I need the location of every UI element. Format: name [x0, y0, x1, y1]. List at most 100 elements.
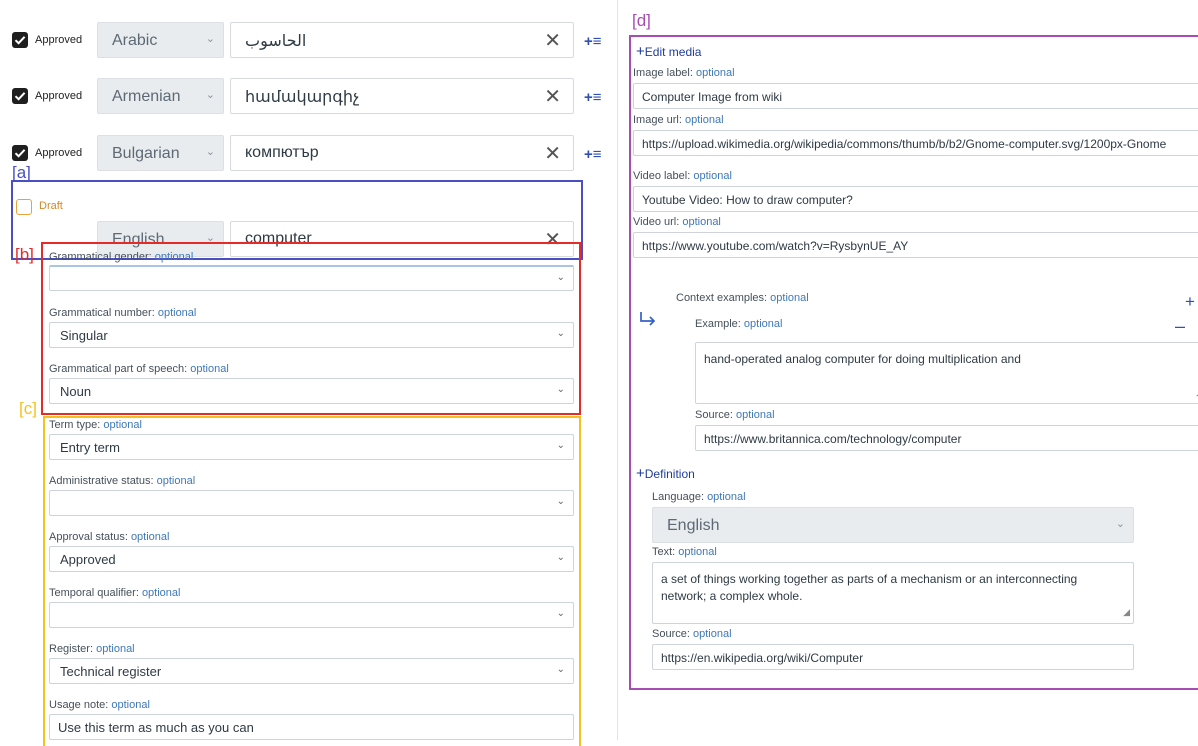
- usage-note-label: Usage note: optional: [49, 699, 150, 711]
- return-arrow-icon: [638, 311, 658, 332]
- chevron-down-icon: ⌄: [556, 440, 565, 451]
- gender-label: Grammatical gender: optional: [49, 251, 194, 263]
- approval-status-value: Approved: [60, 552, 116, 567]
- definition-source-value: https://en.wikipedia.org/wiki/Computer: [661, 651, 864, 665]
- definition-source-input[interactable]: https://en.wikipedia.org/wiki/Computer: [652, 644, 1134, 670]
- close-icon[interactable]: ✕: [544, 84, 561, 109]
- example-source-label: Source: optional: [695, 409, 775, 421]
- number-value: Singular: [60, 328, 108, 343]
- column-divider: [617, 0, 618, 740]
- term-type-value: Entry term: [60, 440, 120, 455]
- video-label-value: Youtube Video: How to draw computer?: [642, 193, 853, 207]
- image-label-input[interactable]: Computer Image from wiki: [633, 83, 1198, 109]
- video-url-value: https://www.youtube.com/watch?v=RysbynUE…: [642, 239, 909, 253]
- chevron-down-icon: ⌄: [556, 552, 565, 563]
- language-select[interactable]: Armenian ⌄: [97, 78, 224, 114]
- chevron-down-icon: ⌄: [205, 33, 215, 45]
- plus-list-icon[interactable]: +≡: [584, 89, 602, 106]
- chevron-down-icon: ⌄: [556, 328, 565, 339]
- register-select[interactable]: Technical register ⌄: [49, 658, 574, 684]
- pos-label: Grammatical part of speech: optional: [49, 363, 229, 375]
- annotation-b: [b]: [15, 245, 34, 264]
- annotation-c: [c]: [19, 399, 37, 418]
- admin-status-select[interactable]: ⌄: [49, 490, 574, 516]
- pos-value: Noun: [60, 384, 92, 399]
- example-label: Example: optional: [695, 318, 783, 330]
- annotation-a: [a]: [12, 163, 31, 182]
- language-value: Arabic: [112, 32, 158, 49]
- chevron-down-icon: ⌄: [205, 146, 215, 158]
- language-select[interactable]: Bulgarian ⌄: [97, 135, 224, 171]
- usage-note-value: Use this term as much as you can: [58, 720, 254, 735]
- example-value: hand-operated analog computer for doing …: [704, 352, 1021, 366]
- temporal-qualifier-label: Temporal qualifier: optional: [49, 587, 181, 599]
- chevron-down-icon: ⌄: [1115, 518, 1125, 530]
- register-value: Technical register: [60, 664, 162, 679]
- video-label-input[interactable]: Youtube Video: How to draw computer?: [633, 186, 1198, 212]
- chevron-down-icon: ⌄: [205, 89, 215, 101]
- definition-language-select[interactable]: English ⌄: [652, 507, 1134, 543]
- video-url-label: Video url: optional: [633, 216, 721, 228]
- plus-list-icon[interactable]: +≡: [584, 33, 602, 50]
- term-type-label: Term type: optional: [49, 419, 142, 431]
- number-select[interactable]: Singular ⌄: [49, 322, 574, 348]
- add-context-icon[interactable]: +: [1185, 292, 1195, 312]
- language-value: Bulgarian: [112, 145, 180, 162]
- definition-language-label: Language: optional: [652, 491, 746, 503]
- term-value: компютър: [245, 144, 319, 161]
- definition-source-label: Source: optional: [652, 628, 732, 640]
- chevron-down-icon: ⌄: [556, 272, 565, 283]
- approval-status-label: Approval status: optional: [49, 531, 170, 543]
- term-input[interactable]: համակարգիչ ✕: [230, 78, 574, 114]
- video-label-label: Video label: optional: [633, 170, 732, 182]
- image-url-label: Image url: optional: [633, 114, 724, 126]
- status-label: Approved: [35, 34, 83, 46]
- close-icon[interactable]: ✕: [544, 141, 561, 166]
- image-url-value: https://upload.wikimedia.org/wikipedia/c…: [642, 137, 1167, 151]
- status-label: Approved: [35, 90, 83, 102]
- definition-link[interactable]: +Definition: [636, 465, 695, 482]
- plus-list-icon[interactable]: +≡: [584, 146, 602, 163]
- term-input[interactable]: компютър ✕: [230, 135, 574, 171]
- checkbox-checked-icon[interactable]: [12, 32, 28, 48]
- checkbox-unchecked-icon[interactable]: [16, 199, 32, 215]
- definition-language-value: English: [667, 517, 720, 534]
- chevron-down-icon: ⌄: [556, 496, 565, 507]
- definition-textarea[interactable]: a set of things working together as part…: [652, 562, 1134, 624]
- checkbox-checked-icon[interactable]: [12, 88, 28, 104]
- image-label-value: Computer Image from wiki: [642, 90, 783, 104]
- chevron-down-icon: ⌄: [556, 384, 565, 395]
- definition-text-value: a set of things working together as part…: [661, 572, 1078, 603]
- gender-select[interactable]: ⌄: [49, 265, 574, 291]
- term-value: համակարգիչ: [245, 89, 360, 106]
- register-label: Register: optional: [49, 643, 135, 655]
- annotation-d: [d]: [632, 11, 651, 30]
- resize-grip-icon[interactable]: ◢: [1123, 604, 1130, 621]
- example-source-value: https://www.britannica.com/technology/co…: [704, 432, 962, 446]
- admin-status-label: Administrative status: optional: [49, 475, 196, 487]
- term-type-select[interactable]: Entry term ⌄: [49, 434, 574, 460]
- status-label: Approved: [35, 147, 83, 159]
- checkbox-checked-icon[interactable]: [12, 145, 28, 161]
- approval-status-select[interactable]: Approved ⌄: [49, 546, 574, 572]
- context-examples-label: Context examples: optional: [676, 292, 809, 304]
- annotation-box-c: [43, 416, 581, 746]
- chevron-down-icon: ⌄: [556, 608, 565, 619]
- language-select[interactable]: Arabic ⌄: [97, 22, 224, 58]
- language-value: Armenian: [112, 88, 181, 105]
- image-url-input[interactable]: https://upload.wikimedia.org/wikipedia/c…: [633, 130, 1198, 156]
- close-icon[interactable]: ✕: [544, 28, 561, 53]
- example-source-input[interactable]: https://www.britannica.com/technology/co…: [695, 425, 1198, 451]
- temporal-qualifier-select[interactable]: ⌄: [49, 602, 574, 628]
- usage-note-input[interactable]: Use this term as much as you can: [49, 714, 574, 740]
- definition-text-label: Text: optional: [652, 546, 717, 558]
- term-value: الحاسوب: [245, 33, 307, 50]
- remove-example-icon[interactable]: –: [1175, 316, 1185, 337]
- video-url-input[interactable]: https://www.youtube.com/watch?v=RysbynUE…: [633, 232, 1198, 258]
- status-label: Draft: [39, 200, 63, 212]
- pos-select[interactable]: Noun ⌄: [49, 378, 574, 404]
- number-label: Grammatical number: optional: [49, 307, 197, 319]
- term-input[interactable]: الحاسوب ✕: [230, 22, 574, 58]
- edit-media-link[interactable]: +Edit media: [636, 43, 701, 60]
- example-textarea[interactable]: hand-operated analog computer for doing …: [695, 342, 1198, 404]
